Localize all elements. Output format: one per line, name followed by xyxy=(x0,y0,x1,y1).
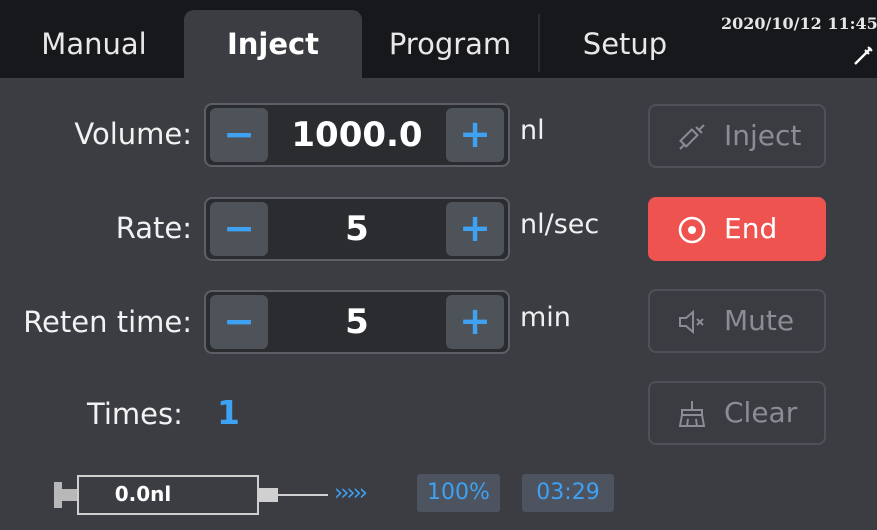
reten-time-stepper: − 5 + xyxy=(204,290,510,354)
tab-manual[interactable]: Manual xyxy=(14,10,174,78)
mute-button[interactable]: Mute xyxy=(648,289,826,353)
tab-inject[interactable]: Inject xyxy=(184,10,362,78)
tab-setup[interactable]: Setup xyxy=(545,10,705,78)
reten-time-unit: min xyxy=(520,302,571,333)
mute-button-label: Mute xyxy=(724,304,795,337)
rate-unit: nl/sec xyxy=(520,209,600,240)
rate-label: Rate: xyxy=(115,211,192,245)
tab-divider xyxy=(538,14,540,72)
reten-time-increase-button[interactable]: + xyxy=(446,295,504,349)
flow-arrows: ››››› xyxy=(334,480,368,506)
inject-button-label: Inject xyxy=(724,119,802,152)
times-label: Times: xyxy=(87,397,183,431)
volume-label: Volume: xyxy=(74,117,192,151)
rate-increase-button[interactable]: + xyxy=(446,202,504,256)
reten-time-decrease-button[interactable]: − xyxy=(210,295,268,349)
inject-button[interactable]: Inject xyxy=(648,104,826,168)
reten-time-value[interactable]: 5 xyxy=(272,292,442,352)
end-button[interactable]: End xyxy=(648,197,826,261)
rate-value[interactable]: 5 xyxy=(272,199,442,259)
clear-button[interactable]: Clear xyxy=(648,381,826,445)
datetime-display: 2020/10/12 11:45 xyxy=(721,14,877,33)
reten-time-label: Reten time: xyxy=(23,305,192,339)
rate-decrease-button[interactable]: − xyxy=(210,202,268,256)
syringe-icon xyxy=(679,124,705,150)
speaker-mute-icon xyxy=(679,309,704,335)
broom-icon xyxy=(678,401,706,427)
syringe-tool-icon xyxy=(854,46,873,65)
rate-stepper: − 5 + xyxy=(204,197,510,261)
tab-bar: Manual Inject Program Setup 2020/10/12 1… xyxy=(0,0,877,78)
stop-circle-icon xyxy=(678,216,706,244)
tab-program[interactable]: Program xyxy=(362,10,538,78)
clear-button-label: Clear xyxy=(724,396,798,429)
volume-stepper: − 1000.0 + xyxy=(204,103,510,167)
end-button-label: End xyxy=(724,212,778,245)
volume-unit: nl xyxy=(520,115,545,146)
syringe-volume: 0.0nl xyxy=(114,482,172,506)
inject-screen: Manual Inject Program Setup 2020/10/12 1… xyxy=(0,0,877,530)
elapsed-time: 03:29 xyxy=(522,474,614,512)
times-value: 1 xyxy=(217,393,240,432)
volume-increase-button[interactable]: + xyxy=(446,108,504,162)
volume-decrease-button[interactable]: − xyxy=(210,108,268,162)
progress-percent: 100% xyxy=(417,474,500,512)
volume-value[interactable]: 1000.0 xyxy=(272,105,442,165)
